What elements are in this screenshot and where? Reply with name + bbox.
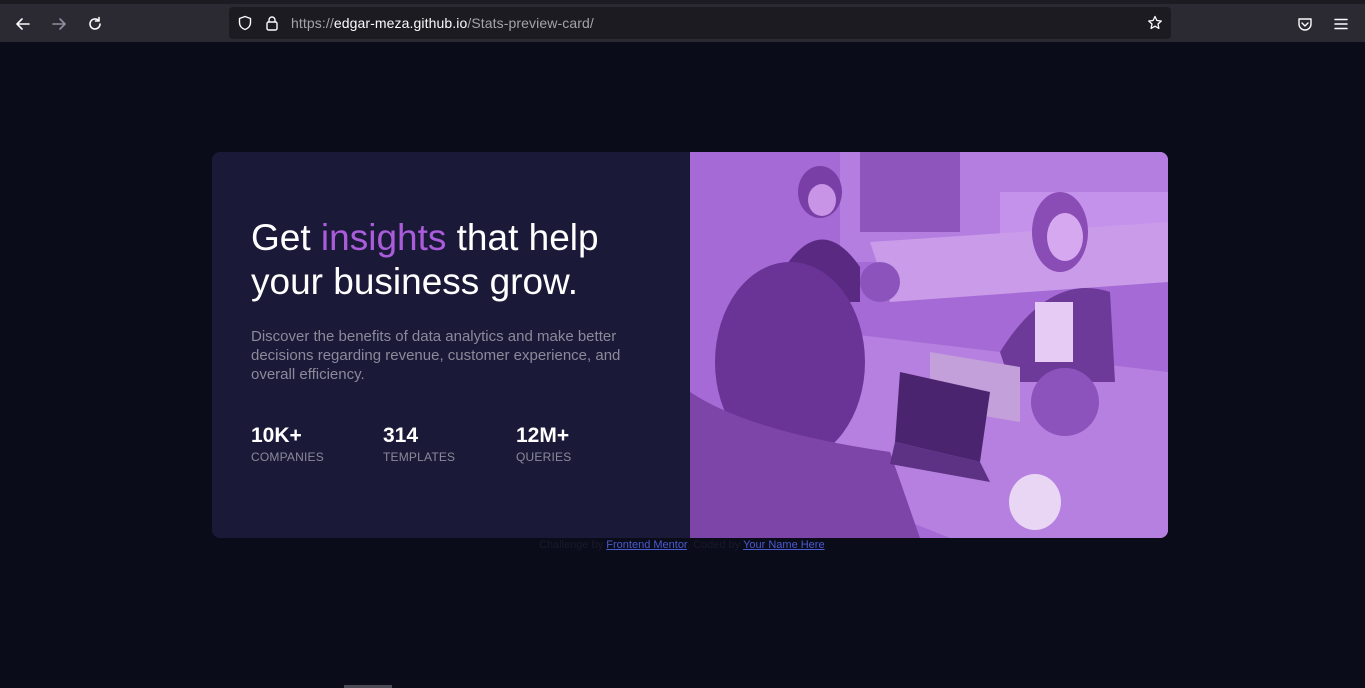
- shield-icon[interactable]: [237, 15, 253, 31]
- attribution-suffix: .: [824, 539, 828, 551]
- url-prefix: https://: [291, 15, 334, 31]
- frontend-mentor-link[interactable]: Frontend Mentor: [606, 539, 687, 551]
- forward-button[interactable]: [45, 10, 73, 38]
- card-headline: Get insights that help your business gro…: [251, 216, 671, 304]
- url-host: edgar-meza.github.io: [333, 15, 468, 31]
- attribution-prefix: Challenge by: [539, 539, 607, 551]
- bookmark-star-icon[interactable]: [1147, 15, 1163, 31]
- stats-preview-card: Get insights that help your business gro…: [212, 152, 1168, 538]
- card-content: Get insights that help your business gro…: [212, 152, 690, 538]
- url-text[interactable]: https://edgar-meza.github.io/Stats-previ…: [291, 15, 594, 31]
- attribution-middle: . Coded by: [687, 539, 744, 551]
- url-bar[interactable]: https://edgar-meza.github.io/Stats-previ…: [229, 7, 1171, 39]
- headline-before: Get: [251, 217, 321, 258]
- stat-companies: 10K+ COMPANIES: [251, 424, 324, 464]
- card-image: [690, 152, 1168, 538]
- attribution: Challenge by Frontend Mentor. Coded by Y…: [539, 539, 828, 551]
- reload-icon: [89, 16, 101, 30]
- office-photo-illustration: [690, 152, 1168, 538]
- menu-icon[interactable]: [1333, 16, 1349, 32]
- arrow-left-icon: [16, 18, 30, 30]
- back-button[interactable]: [9, 10, 37, 38]
- arrow-right-icon: [52, 18, 66, 30]
- stat-label: COMPANIES: [251, 450, 324, 464]
- lock-icon[interactable]: [264, 15, 280, 31]
- stat-value: 10K+: [251, 424, 302, 447]
- url-path: /Stats-preview-card/: [467, 15, 594, 31]
- stat-label: TEMPLATES: [383, 450, 456, 464]
- stat-templates: 314 TEMPLATES: [383, 424, 455, 464]
- stat-queries: 12M+ QUERIES: [516, 424, 571, 464]
- reload-button[interactable]: [81, 10, 109, 38]
- stat-value: 12M+: [516, 424, 570, 447]
- headline-accent: insights: [320, 217, 447, 258]
- stat-label: QUERIES: [516, 450, 572, 464]
- browser-toolbar: https://edgar-meza.github.io/Stats-previ…: [0, 0, 1365, 42]
- card-description: Discover the benefits of data analytics …: [251, 328, 621, 383]
- author-link[interactable]: Your Name Here: [743, 539, 825, 551]
- stat-value: 314: [383, 424, 419, 447]
- pocket-icon[interactable]: [1297, 16, 1313, 32]
